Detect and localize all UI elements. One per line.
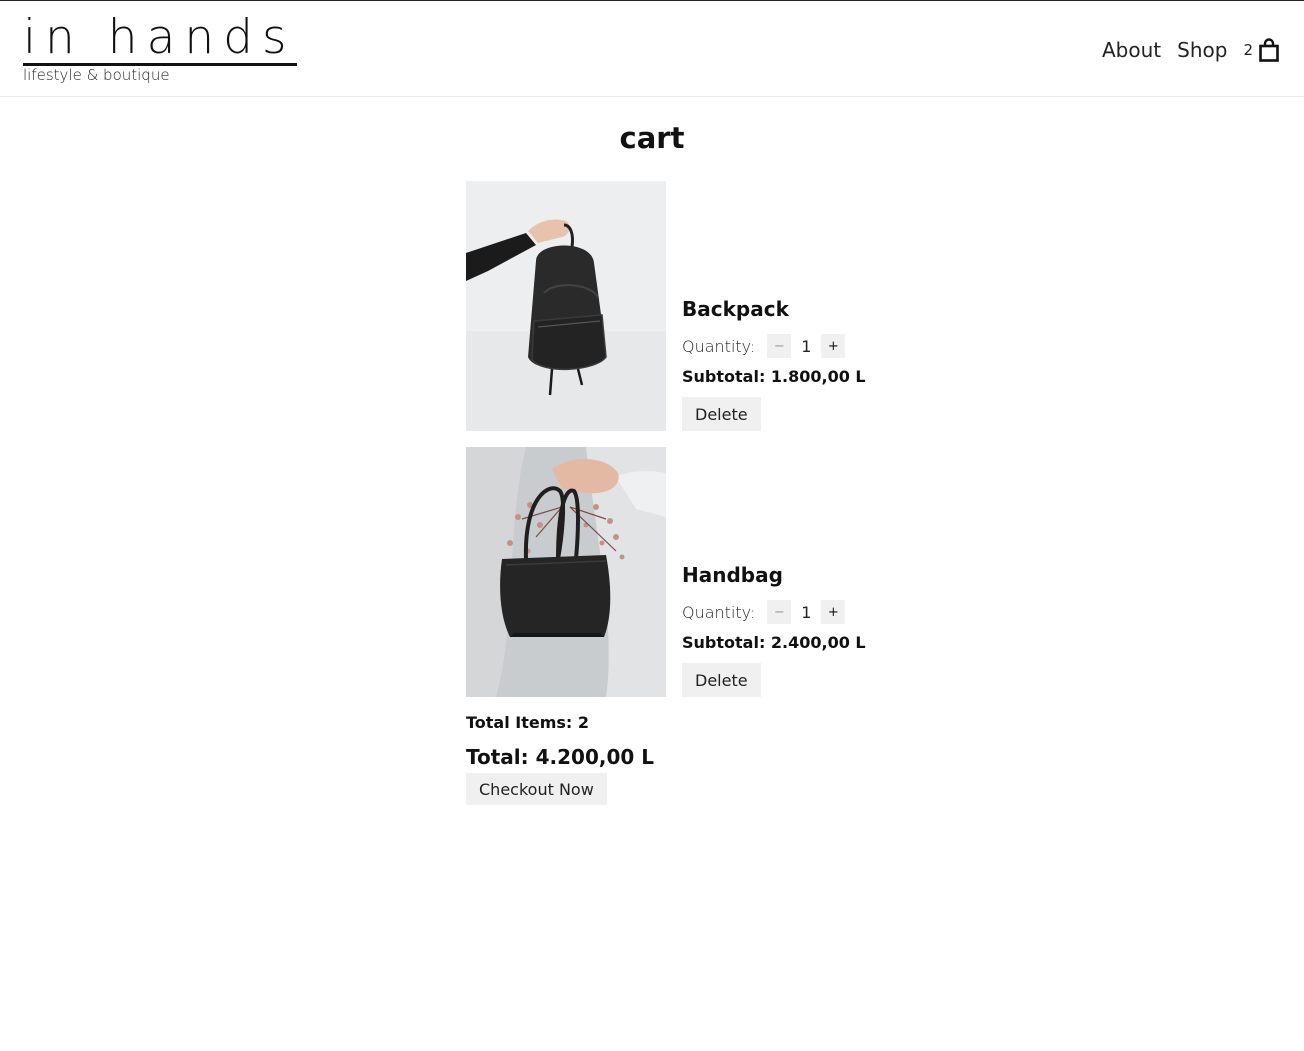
- decrease-quantity-button[interactable]: −: [767, 600, 792, 624]
- item-subtotal: Subtotal: 1.800,00 L: [682, 367, 866, 386]
- site-header: in hands lifestyle & boutique About Shop…: [0, 1, 1304, 97]
- item-name: Backpack: [682, 297, 789, 321]
- decrease-quantity-button[interactable]: −: [767, 334, 792, 358]
- shopping-bag-icon: [1259, 38, 1279, 62]
- nav-shop-link[interactable]: Shop: [1177, 38, 1227, 62]
- delete-item-button[interactable]: Delete: [682, 397, 761, 431]
- quantity-row: Quantity: − 1 +: [682, 599, 866, 625]
- quantity-label: Quantity:: [682, 602, 756, 622]
- quantity-label: Quantity:: [682, 336, 756, 356]
- nav-cart-link[interactable]: 2: [1243, 38, 1279, 62]
- backpack-product-image: [466, 181, 666, 431]
- handbag-item-details: Handbag Quantity: − 1 + Subtotal: 2.400,…: [682, 563, 866, 697]
- item-subtotal: Subtotal: 2.400,00 L: [682, 633, 866, 652]
- increase-quantity-button[interactable]: +: [821, 334, 846, 358]
- increase-quantity-button[interactable]: +: [821, 600, 846, 624]
- total-items: Total Items: 2: [466, 713, 590, 732]
- cart-item-backpack: Backpack Quantity: − 1 + Subtotal: 1.800…: [466, 181, 866, 431]
- cart-count-badge: 2: [1243, 41, 1253, 59]
- page-title: cart: [619, 121, 685, 155]
- quantity-row: Quantity: − 1 +: [682, 333, 866, 359]
- checkout-button[interactable]: Checkout Now: [466, 773, 607, 805]
- item-name: Handbag: [682, 563, 783, 587]
- quantity-value: 1: [801, 602, 812, 622]
- brand-name: in hands: [23, 10, 298, 66]
- quantity-value: 1: [801, 336, 812, 356]
- brand-logo[interactable]: in hands lifestyle & boutique: [23, 10, 298, 84]
- delete-item-button[interactable]: Delete: [682, 663, 761, 697]
- total-amount: Total: 4.200,00 L: [466, 745, 654, 769]
- cart-list: Backpack Quantity: − 1 + Subtotal: 1.800…: [466, 181, 866, 805]
- nav-about-link[interactable]: About: [1102, 38, 1161, 62]
- cart-item-handbag: Handbag Quantity: − 1 + Subtotal: 2.400,…: [466, 447, 866, 697]
- brand-tagline: lifestyle & boutique: [23, 66, 170, 84]
- cart-totals: Total Items: 2 Total: 4.200,00 L Checkou…: [466, 713, 866, 805]
- handbag-product-image: [466, 447, 666, 697]
- main-nav: About Shop 2: [1086, 35, 1279, 65]
- backpack-item-details: Backpack Quantity: − 1 + Subtotal: 1.800…: [682, 297, 866, 431]
